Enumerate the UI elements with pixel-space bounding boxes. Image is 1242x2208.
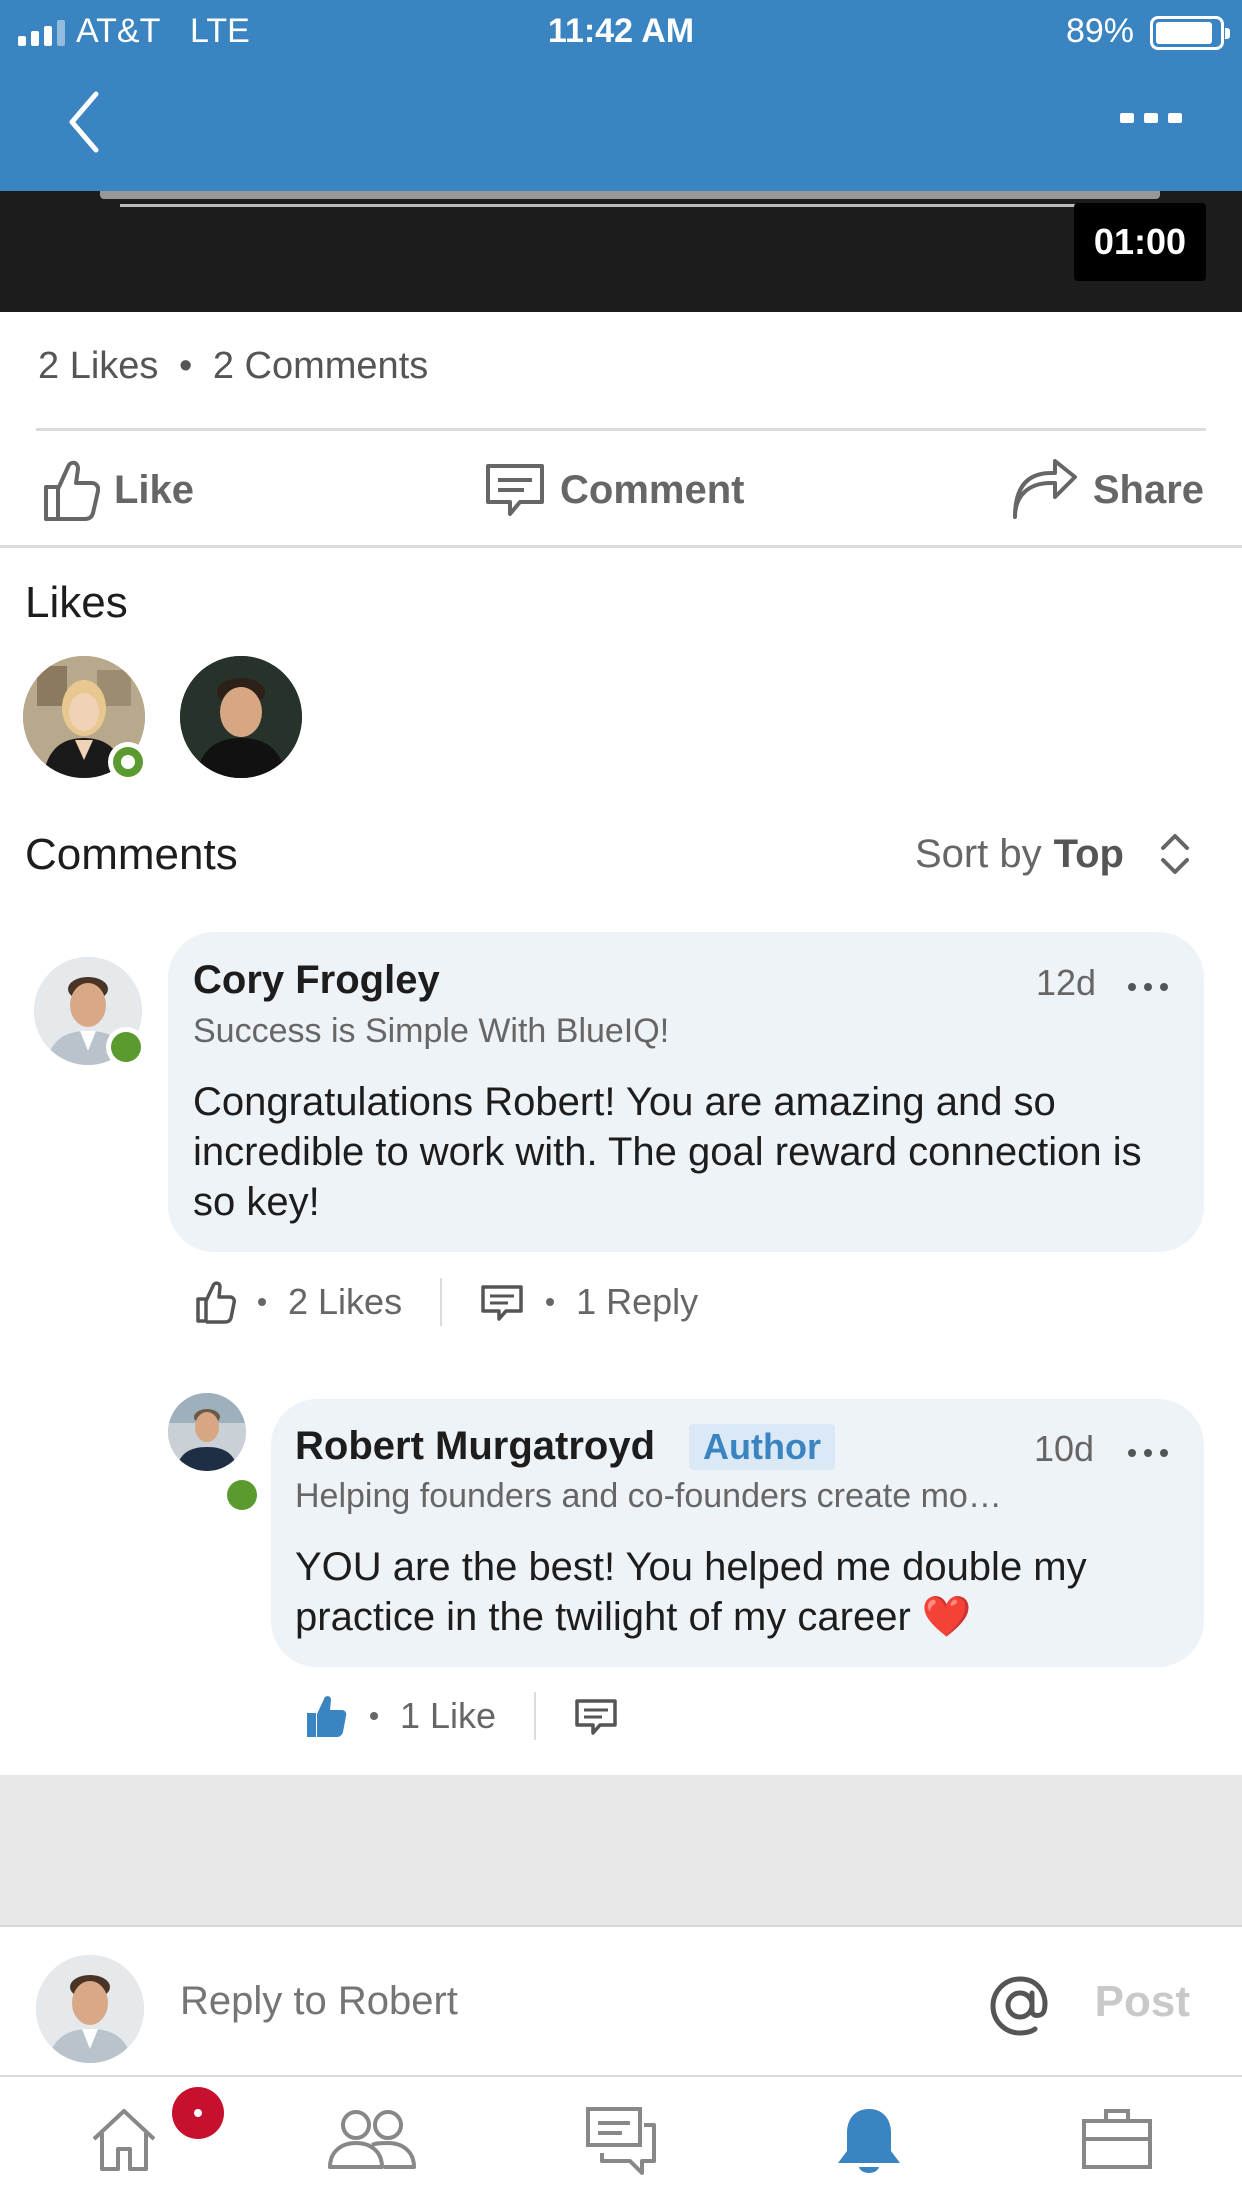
likes-heading: Likes [25,578,128,627]
more-options-button[interactable] [1120,113,1182,123]
commenter-headline: Helping founders and co-founders create … [295,1477,1002,1515]
video-player[interactable]: 01:00 [0,191,1242,312]
tab-jobs[interactable] [1080,2105,1154,2176]
bottom-tab-bar [0,2075,1242,2208]
video-caption-fragment [100,191,1160,199]
messaging-icon [586,2107,656,2175]
like-comment-icon[interactable] [194,1279,236,1325]
thumbs-up-icon [44,460,100,521]
comment-button[interactable]: Comment [484,450,744,530]
reply-icon[interactable] [574,1696,618,1736]
comment-icon [486,464,544,516]
tab-notifications[interactable] [834,2105,904,2186]
comment-actions: 2 Likes 1 Reply [194,1278,698,1326]
like-label: Like [114,467,195,512]
online-status-indicator [108,742,148,782]
notification-badge [172,2087,224,2139]
divider [36,428,1206,431]
mention-at-icon[interactable] [988,1973,1052,2037]
tab-home[interactable] [88,2105,160,2180]
commenter-name[interactable]: Robert Murgatroyd [295,1424,655,1469]
reply-composer: Post [0,1925,1242,2075]
feed-separator [0,1775,1242,1925]
share-arrow-icon [1012,459,1077,519]
post-actions: Like Comment Share [0,450,1242,530]
share-label: Share [1092,467,1204,512]
sort-comments-control[interactable]: Sort by Top [915,830,1192,878]
stats-separator: • [178,345,193,387]
comments-count-link[interactable]: 2 Comments [213,345,428,387]
comment-more-button[interactable] [1128,983,1168,991]
comment-likes-count[interactable]: 2 Likes [288,1281,402,1323]
home-icon [92,2109,156,2171]
status-bar: AT&T LTE 11:42 AM 89% [0,10,1242,52]
sort-value: Top [1053,831,1124,876]
my-network-icon [328,2110,416,2169]
comment-timestamp: 12d [1036,962,1097,1003]
share-button[interactable]: Share [1009,450,1204,530]
top-bar: AT&T LTE 11:42 AM 89% [0,0,1242,191]
back-button[interactable] [66,90,116,160]
commenter-name[interactable]: Cory Frogley [193,958,440,1003]
sort-prefix: Sort by [914,831,1042,876]
current-user-avatar [36,1955,144,2063]
chevron-left-icon [69,91,99,153]
clock: 11:42 AM [547,12,695,50]
online-status-indicator [106,1027,146,1067]
notifications-icon [838,2109,900,2173]
comments-heading: Comments [25,830,238,879]
author-badge: Author [689,1424,835,1470]
online-status-indicator [222,1475,257,1510]
tab-messaging[interactable] [584,2105,658,2184]
sort-chevrons-icon [1161,834,1189,874]
commenter-headline: Success is Simple With BlueIQ! [193,1012,670,1050]
divider [0,545,1242,548]
battery-percent: 89% [1065,12,1134,50]
comment-actions: 1 Like [304,1692,618,1740]
liked-thumbs-up-icon[interactable] [304,1693,348,1739]
reply-input[interactable] [180,1979,940,2024]
likes-count-link[interactable]: 2 Likes [38,345,158,387]
comment-replies-count[interactable]: 1 Reply [576,1281,698,1323]
post-button[interactable]: Post [1095,1977,1190,2027]
comment-text: Congratulations Robert! You are amazing … [193,1080,1142,1224]
comment-text: YOU are the best! You helped me double m… [295,1545,1087,1639]
comment-more-button[interactable] [1128,1449,1168,1457]
commenter-avatar[interactable] [168,1393,246,1471]
post-stats: 2 Likes • 2 Comments [38,345,428,388]
battery-icon [1150,16,1230,50]
liker-avatar[interactable] [180,656,302,778]
comment-timestamp: 10d [1034,1428,1095,1469]
reply-icon[interactable] [480,1282,524,1322]
like-button[interactable]: Like [40,450,194,530]
tab-my-network[interactable] [326,2105,418,2176]
comment-likes-count[interactable]: 1 Like [400,1695,496,1737]
video-duration: 01:00 [1073,203,1206,281]
jobs-icon [1082,2109,1152,2169]
comment-label: Comment [560,467,745,512]
